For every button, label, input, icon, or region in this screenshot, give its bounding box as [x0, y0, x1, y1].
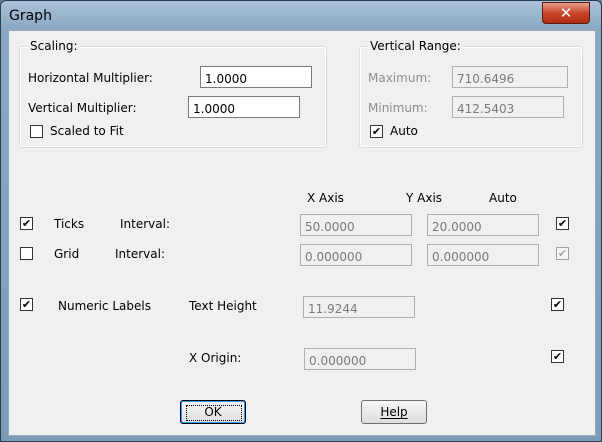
minimum-input[interactable] [452, 96, 564, 118]
title-bar[interactable]: Graph ✕ [1, 1, 601, 31]
scaling-group: Scaling: Horizontal Multiplier: Vertical… [19, 39, 327, 148]
graph-dialog: Graph ✕ Scaling: Horizontal Multiplier: … [0, 0, 602, 442]
scaling-legend: Scaling: [28, 39, 80, 53]
window-title: Graph [9, 8, 52, 24]
grid-auto-checkbox[interactable]: ✔ [556, 247, 569, 260]
ok-button[interactable]: OK [180, 400, 246, 424]
maximum-input[interactable] [452, 66, 568, 88]
ticks-y-interval-input[interactable] [427, 214, 539, 236]
help-button[interactable]: Help [361, 400, 427, 424]
auto-range-checkbox[interactable]: ✔ [370, 125, 383, 138]
grid-y-interval-input[interactable] [427, 244, 539, 266]
auto-range-label: Auto [390, 124, 418, 138]
x-origin-label: X Origin: [189, 351, 242, 365]
ticks-x-interval-input[interactable] [300, 214, 412, 236]
horizontal-multiplier-input[interactable] [200, 66, 312, 88]
horizontal-multiplier-label: Horizontal Multiplier: [28, 71, 153, 85]
numeric-labels-checkbox[interactable]: ✔ [20, 298, 33, 311]
numeric-labels-label: Numeric Labels [58, 299, 151, 313]
minimum-label: Minimum: [368, 101, 428, 115]
x-origin-auto-checkbox[interactable]: ✔ [551, 350, 564, 363]
vertical-multiplier-label: Vertical Multiplier: [28, 101, 137, 115]
numeric-labels-auto-checkbox[interactable]: ✔ [551, 298, 564, 311]
help-button-label: Help [380, 405, 408, 419]
text-height-label: Text Height [189, 299, 257, 313]
scaled-to-fit-label: Scaled to Fit [50, 124, 124, 138]
scaled-to-fit-checkbox[interactable] [30, 125, 43, 138]
grid-label: Grid [54, 247, 80, 261]
grid-x-interval-input[interactable] [300, 244, 412, 266]
vertical-multiplier-input[interactable] [188, 96, 300, 118]
x-axis-header: X Axis [307, 191, 344, 205]
maximum-label: Maximum: [368, 71, 432, 85]
x-origin-input[interactable] [304, 348, 416, 370]
vertical-range-legend: Vertical Range: [368, 39, 463, 53]
y-axis-header: Y Axis [406, 191, 443, 205]
ticks-interval-label: Interval: [120, 217, 170, 231]
grid-interval-label: Interval: [115, 247, 165, 261]
close-icon: ✕ [559, 4, 573, 22]
ticks-auto-checkbox[interactable]: ✔ [556, 217, 569, 230]
vertical-range-group: Vertical Range: Maximum: Minimum: ✔ Auto [359, 39, 583, 148]
ticks-label: Ticks [54, 217, 85, 231]
text-height-input[interactable] [303, 296, 415, 318]
focus-rectangle [186, 405, 242, 421]
ticks-checkbox[interactable]: ✔ [20, 217, 33, 230]
auto-column-header: Auto [489, 191, 517, 205]
grid-checkbox[interactable] [20, 247, 33, 260]
close-button[interactable]: ✕ [542, 2, 590, 24]
dialog-body: Scaling: Horizontal Multiplier: Vertical… [8, 30, 596, 436]
